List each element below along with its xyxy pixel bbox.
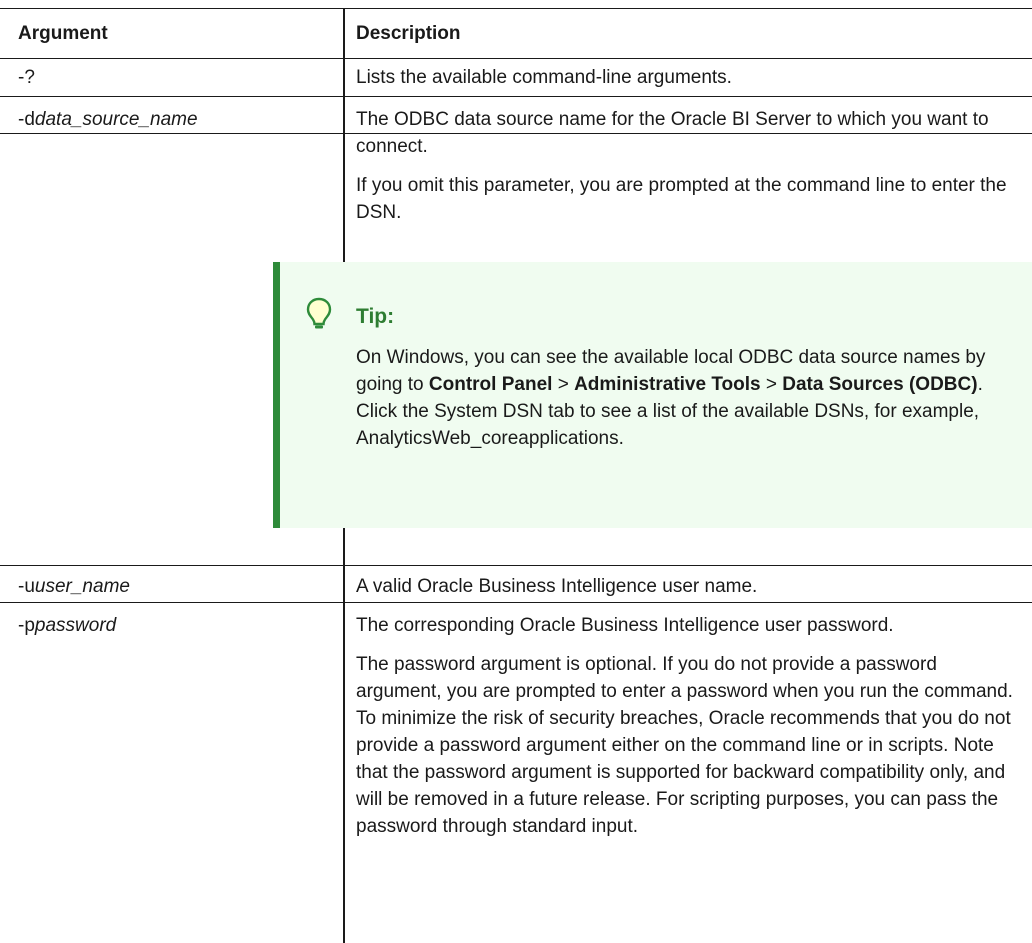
- description-paragraph: Lists the available command-line argumen…: [356, 67, 732, 88]
- tip-menu-path-control-panel: Control Panel: [428, 374, 553, 395]
- argument-placeholder: user_name: [34, 576, 130, 597]
- argument-prefix: -?: [18, 67, 35, 88]
- description-cell: The ODBC data source name for the Oracle…: [356, 106, 1026, 238]
- tip-path-separator: >: [552, 374, 575, 395]
- argument-prefix: -u: [18, 576, 35, 597]
- header-top-rule: [0, 8, 1032, 9]
- column-header-argument: Argument: [18, 23, 108, 44]
- description-paragraph: The password argument is optional. If yo…: [356, 654, 1013, 837]
- argument-cell: -ppassword: [18, 612, 116, 639]
- argument-placeholder: data_source_name: [34, 109, 198, 130]
- tip-accent-bar: [273, 262, 280, 528]
- tip-path-separator: >: [760, 374, 783, 395]
- description-paragraph: The ODBC data source name for the Oracle…: [356, 109, 989, 157]
- description-cell: A valid Oracle Business Intelligence use…: [356, 573, 1026, 612]
- description-paragraph: If you omit this parameter, you are prom…: [356, 175, 1007, 223]
- argument-cell: -uuser_name: [18, 573, 130, 600]
- lightbulb-icon: [306, 297, 332, 329]
- description-cell: The corresponding Oracle Business Intell…: [356, 612, 1026, 852]
- tip-menu-path-admin-tools: Administrative Tools: [574, 374, 761, 395]
- description-cell: Lists the available command-line argumen…: [356, 64, 1026, 103]
- tip-title: Tip:: [356, 305, 395, 328]
- argument-cell: -ddata_source_name: [18, 106, 198, 133]
- argument-cell: -?: [18, 64, 35, 91]
- description-paragraph: A valid Oracle Business Intelligence use…: [356, 576, 758, 597]
- tip-menu-path-data-sources: Data Sources (ODBC): [782, 374, 978, 395]
- argument-prefix: -d: [18, 109, 35, 130]
- tip-text: On Windows, you can see the available lo…: [356, 344, 1006, 452]
- argument-prefix: -p: [18, 615, 35, 636]
- row-rule: [0, 565, 1032, 566]
- header-bottom-rule: [0, 58, 1032, 59]
- column-header-description: Description: [356, 23, 461, 44]
- description-paragraph: The corresponding Oracle Business Intell…: [356, 615, 894, 636]
- row-rule: [0, 133, 343, 134]
- argument-placeholder: password: [34, 615, 117, 636]
